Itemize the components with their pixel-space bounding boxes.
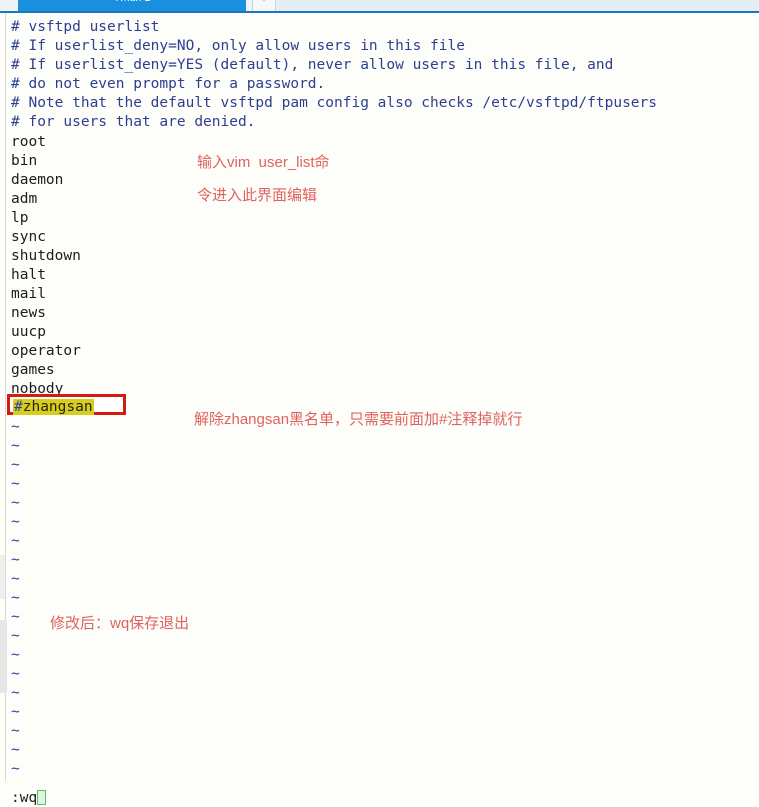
- highlighted-zhangsan-line[interactable]: #zhangsan: [7, 394, 126, 415]
- vim-command-text: :wq: [11, 790, 38, 806]
- code-line-comment-1: # vsftpd userlist: [11, 19, 160, 35]
- annotation-open-file-line-2: 令进入此界面编辑: [197, 187, 318, 204]
- tilde-marker: ~: [11, 457, 20, 473]
- annotation-unblock-zhangsan: 解除zhangsan黑名单，只需要前面加#注释掉就行: [194, 411, 523, 428]
- tilde-marker: ~: [11, 628, 20, 644]
- code-line-user-operator: operator: [11, 343, 81, 359]
- code-line-user-daemon: daemon: [11, 172, 64, 188]
- tilde-marker: ~: [11, 666, 20, 682]
- annotation-open-file-line-1: 输入vim user_list命: [197, 154, 330, 171]
- comment-hash-char: #: [14, 399, 23, 415]
- tilde-marker: ~: [11, 761, 20, 777]
- code-line-user-adm: adm: [11, 191, 38, 207]
- scrollbar-vertical[interactable]: [0, 620, 7, 693]
- tilde-marker: ~: [11, 590, 20, 606]
- tab-tmux-1[interactable]: Tmux 1: [18, 0, 246, 11]
- code-line-comment-2: # If userlist_deny=NO, only allow users …: [11, 38, 465, 54]
- code-line-comment-4: # do not even prompt for a password.: [11, 76, 326, 92]
- code-line-user-sync: sync: [11, 229, 46, 245]
- code-line-user-news: news: [11, 305, 46, 321]
- annotation-save-and-quit: 修改后：wq保存退出: [50, 615, 190, 632]
- code-line-user-halt: halt: [11, 267, 46, 283]
- tilde-marker: ~: [11, 495, 20, 511]
- code-line-user-root: root: [11, 134, 46, 150]
- tab-strip: Tmux 1 +: [0, 0, 759, 11]
- code-line-user-shutdown: shutdown: [11, 248, 81, 264]
- code-line-user-mail: mail: [11, 286, 46, 302]
- tilde-marker: ~: [11, 609, 20, 625]
- scrollbar-nub[interactable]: [0, 555, 5, 599]
- zhangsan-highlight: #zhangsan: [13, 399, 94, 415]
- tilde-marker: ~: [11, 419, 20, 435]
- tilde-marker: ~: [11, 647, 20, 663]
- tilde-marker: ~: [11, 685, 20, 701]
- code-line-user-uucp: uucp: [11, 324, 46, 340]
- tab-new-tab-button[interactable]: +: [252, 0, 276, 11]
- tilde-marker: ~: [11, 514, 20, 530]
- tilde-marker: ~: [11, 723, 20, 739]
- tab-strip-filler: [277, 0, 759, 11]
- vim-command-line[interactable]: :wq: [11, 789, 47, 807]
- tilde-marker: ~: [11, 552, 20, 568]
- tilde-marker: ~: [11, 742, 20, 758]
- vim-editor-pane[interactable]: # vsftpd userlist # If userlist_deny=NO,…: [0, 13, 759, 806]
- zhangsan-username: zhangsan: [22, 399, 93, 415]
- tilde-marker: ~: [11, 438, 20, 454]
- code-line-user-games: games: [11, 362, 55, 378]
- code-line-comment-3: # If userlist_deny=YES (default), never …: [11, 57, 614, 73]
- code-line-user-bin: bin: [11, 153, 38, 169]
- tilde-marker: ~: [11, 571, 20, 587]
- tilde-marker: ~: [11, 704, 20, 720]
- code-line-user-lp: lp: [11, 210, 29, 226]
- code-line-comment-6: # for users that are denied.: [11, 114, 256, 130]
- tilde-marker: ~: [11, 476, 20, 492]
- code-line-comment-5: # Note that the default vsftpd pam confi…: [11, 95, 658, 111]
- tilde-marker: ~: [11, 533, 20, 549]
